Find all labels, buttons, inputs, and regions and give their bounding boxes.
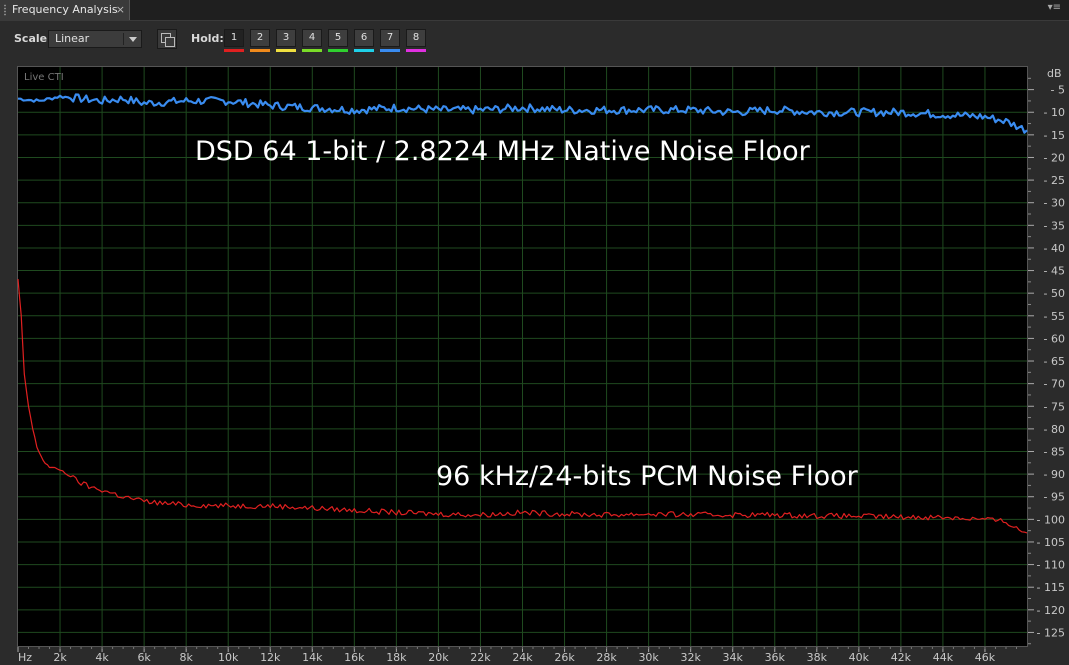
y-tick-label: - 5 bbox=[1051, 84, 1065, 97]
y-tick-label: - 125 bbox=[1037, 626, 1065, 639]
x-tick-label: 36k bbox=[765, 651, 786, 664]
x-tick-label: 22k bbox=[470, 651, 491, 664]
y-tick-label: - 15 bbox=[1044, 129, 1065, 142]
x-tick-label: 10k bbox=[218, 651, 239, 664]
y-tick-label: - 30 bbox=[1044, 197, 1065, 210]
x-tick-label: 24k bbox=[512, 651, 533, 664]
y-tick-label: - 100 bbox=[1037, 513, 1065, 526]
x-tick-label: 42k bbox=[891, 651, 912, 664]
y-tick-label: - 45 bbox=[1044, 265, 1065, 278]
y-tick-label: - 95 bbox=[1044, 491, 1065, 504]
y-tick-label: - 10 bbox=[1044, 106, 1065, 119]
x-tick-label: 4k bbox=[95, 651, 109, 664]
x-tick-label: 20k bbox=[428, 651, 449, 664]
y-tick-label: - 70 bbox=[1044, 378, 1065, 391]
x-tick-label: 26k bbox=[554, 651, 575, 664]
x-tick-label: 8k bbox=[179, 651, 193, 664]
y-tick-label: - 65 bbox=[1044, 355, 1065, 368]
y-tick-label: - 35 bbox=[1044, 219, 1065, 232]
y-tick-label: - 110 bbox=[1037, 559, 1065, 572]
x-tick-label: 12k bbox=[260, 651, 281, 664]
x-tick-label: 28k bbox=[596, 651, 617, 664]
y-tick-label: - 75 bbox=[1044, 400, 1065, 413]
x-tick-label: 16k bbox=[344, 651, 365, 664]
x-tick-label: 46k bbox=[975, 651, 996, 664]
x-tick-label: 14k bbox=[302, 651, 323, 664]
y-tick-label: - 60 bbox=[1044, 332, 1065, 345]
y-tick-label: - 105 bbox=[1037, 536, 1065, 549]
x-tick-label: 32k bbox=[680, 651, 701, 664]
x-tick-label: 6k bbox=[137, 651, 151, 664]
y-tick-label: - 120 bbox=[1037, 604, 1065, 617]
x-tick-label: 40k bbox=[849, 651, 870, 664]
y-tick-label: - 40 bbox=[1044, 242, 1065, 255]
pcm-noise-floor-annotation: 96 kHz/24-bits PCM Noise Floor bbox=[436, 461, 858, 492]
x-tick-label: 2k bbox=[53, 651, 67, 664]
y-tick-label: - 25 bbox=[1044, 174, 1065, 187]
y-tick-label: - 50 bbox=[1044, 287, 1065, 300]
y-tick-label: - 90 bbox=[1044, 468, 1065, 481]
y-tick-label: - 20 bbox=[1044, 151, 1065, 164]
y-tick-label: - 55 bbox=[1044, 310, 1065, 323]
x-tick-label: 34k bbox=[723, 651, 744, 664]
frequency-spectrum-chart: - 5 - 10 - 15 - 20 - 25 - 30 - 35 - 40 - 45 - 50 -… bbox=[17, 67, 1065, 664]
y-axis-unit-label: dB bbox=[1047, 67, 1062, 80]
y-tick-label: - 115 bbox=[1037, 581, 1065, 594]
live-cti-label: Live CTI bbox=[24, 72, 64, 83]
x-tick-label: Hz bbox=[18, 651, 32, 664]
x-tick-label: 18k bbox=[386, 651, 407, 664]
x-tick-label: 30k bbox=[638, 651, 659, 664]
dsd-noise-floor-annotation: DSD 64 1-bit / 2.8224 MHz Native Noise F… bbox=[195, 136, 810, 167]
y-tick-label: - 85 bbox=[1044, 445, 1065, 458]
y-tick-label: - 80 bbox=[1044, 423, 1065, 436]
x-tick-label: 38k bbox=[807, 651, 828, 664]
x-tick-label: 44k bbox=[933, 651, 954, 664]
